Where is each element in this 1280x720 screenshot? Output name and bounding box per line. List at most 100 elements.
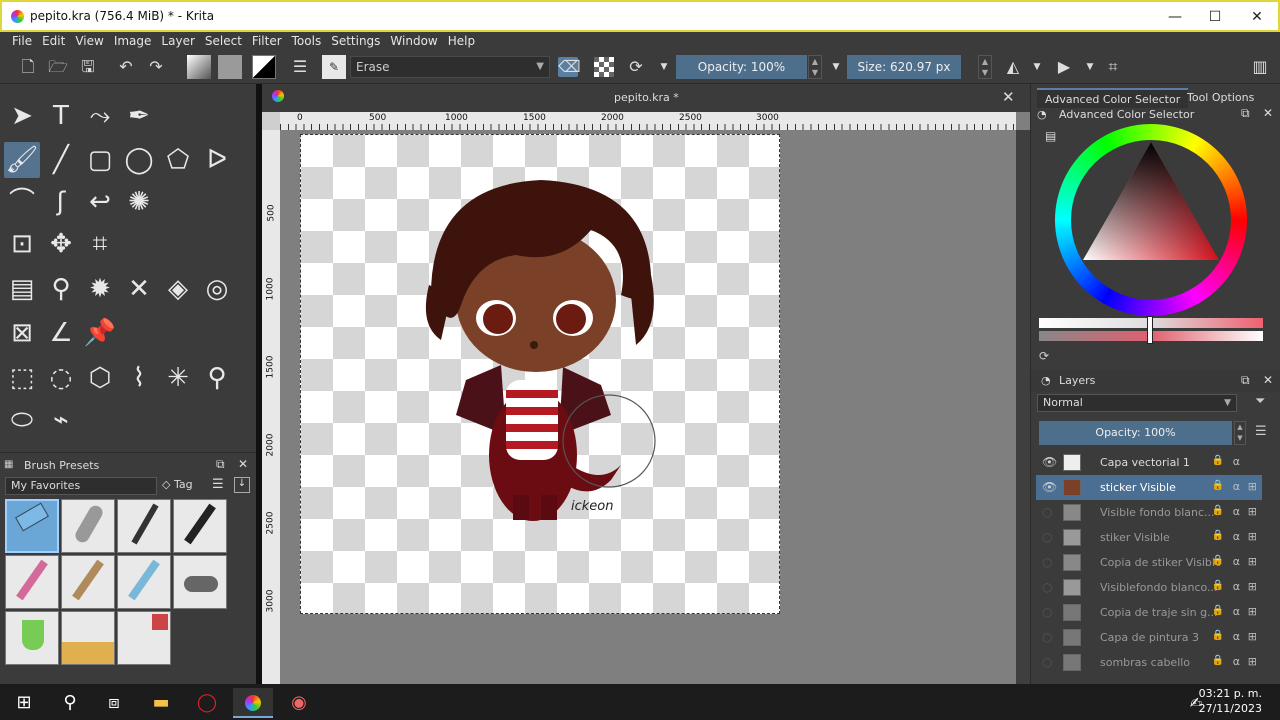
lock-icon[interactable]: 🔒 <box>1212 655 1224 666</box>
redo-icon[interactable]: ↷ <box>146 57 166 77</box>
opera-browser-icon[interactable]: ◯ <box>187 688 227 718</box>
edit-shapes-icon[interactable]: ⤳ <box>82 98 118 134</box>
opacity-slider[interactable]: Opacity: 100% <box>676 55 807 79</box>
menu-filter[interactable]: Filter <box>247 32 287 50</box>
close-window-button[interactable]: ✕ <box>1242 6 1272 28</box>
file-explorer-icon[interactable]: ▬ <box>141 688 181 718</box>
polygon-tool-icon[interactable]: ⬠ <box>160 142 196 178</box>
brush-preset-watercolor[interactable] <box>61 611 115 665</box>
eye-hidden-icon[interactable]: ○ <box>1042 555 1052 569</box>
blend-mode-select[interactable]: Erase ▼ <box>350 56 550 78</box>
close-document-button[interactable]: ✕ <box>1002 88 1015 106</box>
new-document-icon[interactable]: 🗋 <box>18 57 38 77</box>
layer-row[interactable]: ○ Visible fondo blanc... 🔒 α ⊞ <box>1036 500 1262 525</box>
enclose-fill-icon[interactable]: ◎ <box>199 271 235 307</box>
text-tool-icon[interactable]: T <box>43 98 79 134</box>
filter-layers-icon[interactable]: ⏷ <box>1255 394 1265 409</box>
layer-menu-icon[interactable]: ☰ <box>1255 424 1267 439</box>
size-spinner[interactable]: ▲ ▼ <box>978 55 992 79</box>
save-icon[interactable]: 🖫 <box>78 57 98 77</box>
line-tool-icon[interactable]: ╱ <box>43 142 79 178</box>
reference-pin-icon[interactable]: 📌 <box>82 315 118 351</box>
vertical-scrollbar[interactable] <box>1016 130 1030 684</box>
polyline-tool-icon[interactable]: ᐅ <box>199 142 235 178</box>
lock-icon[interactable]: 🔒 <box>1212 630 1224 641</box>
brush-preset-airbrush[interactable] <box>117 555 171 609</box>
select-shapes-icon[interactable]: ➤ <box>4 98 40 134</box>
menu-view[interactable]: View <box>70 32 108 50</box>
undo-icon[interactable]: ↶ <box>116 57 136 77</box>
brush-preset-icon[interactable]: ✎ <box>322 55 346 79</box>
maximize-button[interactable]: ☐ <box>1200 6 1230 28</box>
assistant-tool-icon[interactable]: ✕ <box>121 271 157 307</box>
magnetic-select-icon[interactable]: ⌁ <box>43 402 79 438</box>
assistant-icon[interactable]: ⊠ <box>4 315 40 351</box>
lock-icon[interactable]: 🔒 <box>1212 455 1224 466</box>
layer-row[interactable]: ○ Visiblefondo blanco... 🔒 α ⊞ <box>1036 575 1262 600</box>
document-tab-title[interactable]: pepito.kra * <box>614 91 679 104</box>
menu-list-icon[interactable]: ☰ <box>212 477 224 492</box>
freehand-select-icon[interactable]: ⌇ <box>121 360 157 396</box>
inherit-alpha-icon[interactable]: ⊞ <box>1248 655 1257 668</box>
eye-hidden-icon[interactable]: ○ <box>1042 605 1052 619</box>
windows-start-icon[interactable]: ⊞ <box>4 688 44 718</box>
inherit-alpha-icon[interactable]: ⊞ <box>1248 555 1257 568</box>
fill-tool-icon[interactable]: ◈ <box>160 271 196 307</box>
recorder-icon[interactable]: ◉ <box>279 688 319 718</box>
layer-row[interactable]: ○ sombras cabello 🔒 α ⊞ <box>1036 650 1262 680</box>
bezier-select-icon[interactable]: ⬭ <box>4 402 40 438</box>
document-canvas[interactable]: ickeon <box>300 134 780 614</box>
freehand-path-icon[interactable]: ʃ <box>43 184 79 220</box>
lock-icon[interactable]: 🔒 <box>1212 555 1224 566</box>
float-docker-icon[interactable]: ⧉ <box>1241 106 1250 121</box>
menu-edit[interactable]: Edit <box>37 32 70 50</box>
eye-hidden-icon[interactable]: ○ <box>1042 655 1052 669</box>
refresh-icon[interactable]: ⟳ <box>1039 349 1049 363</box>
bezier-curve-icon[interactable]: ⌒ <box>4 184 40 220</box>
preset-filter-select[interactable]: My Favorites <box>5 477 157 495</box>
color-picker-icon[interactable]: ⚲ <box>43 271 79 307</box>
inherit-alpha-icon[interactable]: ⊞ <box>1248 530 1257 543</box>
lock-icon[interactable]: 🔒 <box>1212 480 1224 491</box>
eye-icon[interactable]: 👁 <box>1042 480 1057 494</box>
menu-image[interactable]: Image <box>109 32 157 50</box>
workspace-icon[interactable]: ▥ <box>1250 57 1270 77</box>
alpha-lock-icon[interactable]: α <box>1233 605 1240 618</box>
close-docker-icon[interactable]: ✕ <box>1263 106 1273 120</box>
search-icon[interactable]: ⚲ <box>50 688 90 718</box>
opacity-dropdown-icon[interactable]: ▼ <box>826 57 846 77</box>
brush-preset-texture[interactable] <box>117 611 171 665</box>
layer-row[interactable]: 👁 Capa vectorial 1 🔒 α <box>1036 450 1262 475</box>
layer-row[interactable]: ○ Capa de pintura 3 🔒 α ⊞ <box>1036 625 1262 650</box>
tag-button[interactable]: ◇ Tag <box>162 478 193 491</box>
fg-bg-color-swatch[interactable] <box>252 55 276 79</box>
color-settings-icon[interactable]: ▤ <box>1045 129 1056 143</box>
menu-window[interactable]: Window <box>385 32 442 50</box>
open-folder-icon[interactable]: 🗁 <box>48 57 68 77</box>
brush-preset-eraser[interactable] <box>5 499 59 553</box>
menu-tools[interactable]: Tools <box>287 32 327 50</box>
inherit-alpha-icon[interactable]: ⊞ <box>1248 505 1257 518</box>
layer-opacity-slider[interactable]: Opacity: 100% <box>1039 421 1232 445</box>
pattern-swatch[interactable] <box>218 55 242 79</box>
alpha-lock-icon[interactable]: α <box>1233 480 1240 493</box>
crop-tool-icon[interactable]: ⌗ <box>82 226 118 262</box>
inherit-alpha-icon[interactable]: ⊞ <box>1248 630 1257 643</box>
eye-hidden-icon[interactable]: ○ <box>1042 505 1052 519</box>
inherit-alpha-icon[interactable]: ⊞ <box>1248 580 1257 593</box>
alpha-lock-icon[interactable]: α <box>1233 455 1240 468</box>
tab-advanced-color-selector[interactable]: Advanced Color Selector <box>1037 88 1189 108</box>
eye-hidden-icon[interactable]: ○ <box>1042 580 1052 594</box>
close-docker-icon[interactable]: ✕ <box>1263 373 1273 387</box>
menu-help[interactable]: Help <box>443 32 480 50</box>
mirror-horizontal-icon[interactable]: ◭ <box>1003 57 1023 77</box>
measure-tool-icon[interactable]: ∠ <box>43 315 79 351</box>
preserve-alpha-icon[interactable] <box>594 57 614 77</box>
tab-tool-options[interactable]: Tool Options <box>1179 88 1262 108</box>
brush-preset-bristles[interactable] <box>173 555 227 609</box>
freehand-brush-icon[interactable]: 🖌 <box>4 142 40 178</box>
move-tool-icon[interactable]: ✥ <box>43 226 79 262</box>
eraser-mode-icon[interactable]: ⌫ <box>558 57 581 77</box>
alpha-lock-icon[interactable]: α <box>1233 530 1240 543</box>
menu-select[interactable]: Select <box>200 32 247 50</box>
